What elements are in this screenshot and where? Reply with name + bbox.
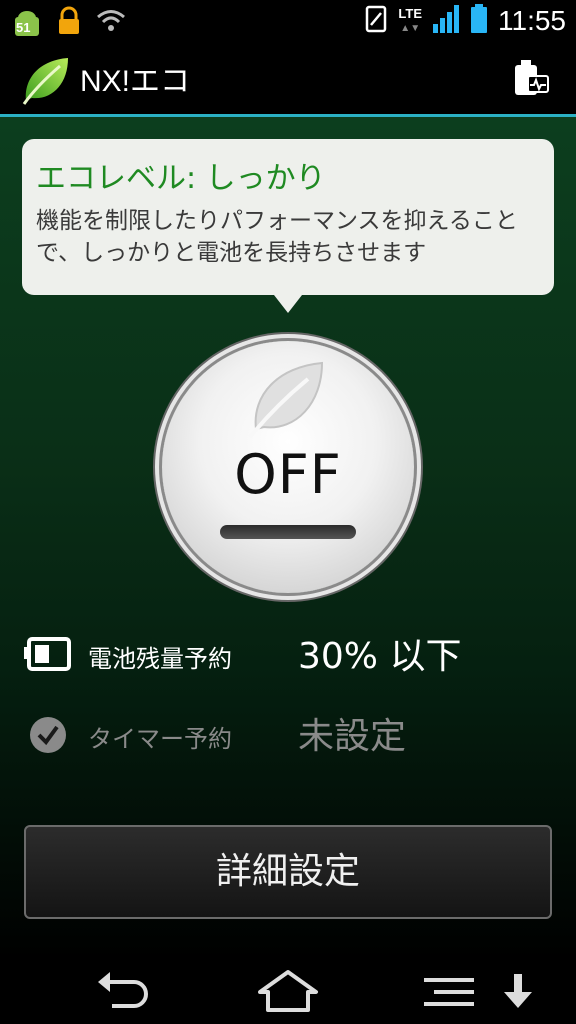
power-state-label: OFF [234, 443, 342, 506]
clock: 11:55 [498, 5, 566, 36]
android-notification-icon: 51 [12, 8, 42, 38]
network-indicator: LTE ▲▼ [398, 6, 422, 34]
back-icon[interactable] [94, 968, 158, 1016]
leaf-icon [242, 359, 330, 439]
battery-monitor-icon[interactable] [512, 58, 550, 98]
timer-reservation-label: タイマー予約 [88, 725, 232, 753]
network-type: LTE [398, 6, 422, 21]
main-content: エコレベル: しっかり 機能を制限したりパフォーマンスを抑えることで、しっかりと… [0, 117, 576, 960]
battery-reservation-label: 電池残量予約 [88, 645, 232, 673]
battery-reservation-value: 30% 以下 [298, 636, 462, 677]
timer-reservation-row[interactable]: タイマー予約 未設定 [24, 707, 564, 763]
battery-icon [470, 4, 488, 38]
power-state-indicator [220, 525, 356, 539]
eco-power-switch[interactable]: OFF [162, 341, 414, 593]
home-icon[interactable] [256, 968, 320, 1016]
battery-reservation-row[interactable]: 電池残量予約 30% 以下 [24, 627, 564, 683]
app-title: NX!エコ [80, 65, 191, 98]
sim-icon [364, 5, 388, 37]
leaf-logo-icon [20, 54, 72, 106]
check-circle-icon [24, 715, 72, 755]
status-bar: 51 LTE ▲▼ 11:55 [0, 0, 576, 44]
navigation-bar [0, 960, 576, 1024]
menu-icon[interactable] [420, 968, 484, 1016]
eco-level-description: 機能を制限したりパフォーマンスを抑えることで、しっかりと電池を長持ちさせます [36, 208, 518, 266]
lock-icon [56, 6, 82, 40]
action-bar: NX!エコ [0, 44, 576, 114]
notification-badge: 51 [16, 20, 31, 35]
download-icon[interactable] [500, 968, 536, 1016]
battery-level-icon [24, 635, 72, 675]
eco-level-title: エコレベル: しっかり [36, 161, 326, 196]
eco-level-bubble: エコレベル: しっかり 機能を制限したりパフォーマンスを抑えることで、しっかりと… [22, 139, 554, 313]
detail-settings-button[interactable]: 詳細設定 [24, 825, 552, 919]
signal-icon [432, 4, 460, 38]
wifi-icon [96, 8, 126, 38]
timer-reservation-value: 未設定 [298, 716, 407, 757]
